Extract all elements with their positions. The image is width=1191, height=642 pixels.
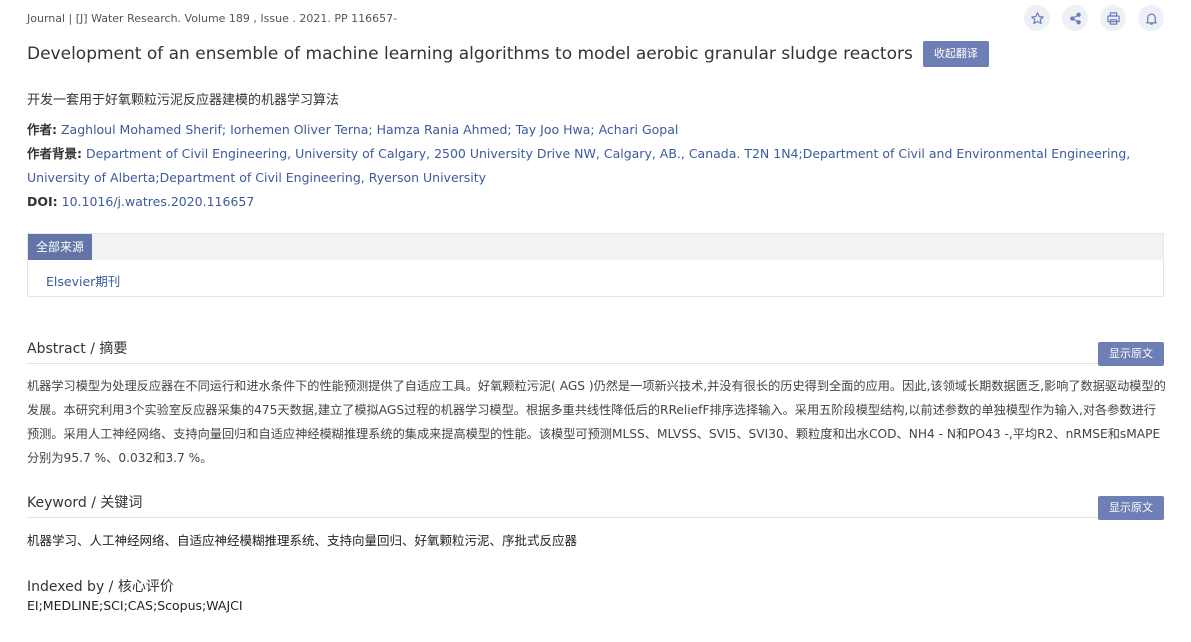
print-button[interactable] [1100, 5, 1126, 31]
keywords-text: 机器学习、人工神经网络、自适应神经模糊推理系统、支持向量回归、好氧颗粒污泥、序批… [27, 533, 578, 548]
keyword-header: Keyword / 关键词 显示原文 [27, 489, 1164, 520]
authors-value[interactable]: Zaghloul Mohamed Sherif; Iorhemen Oliver… [61, 122, 678, 137]
print-icon [1106, 11, 1120, 25]
indexed-text: EI;MEDLINE;SCI;CAS;Scopus;WAJCI [27, 598, 243, 613]
indexed-heading: Indexed by / 核心评价 [27, 579, 174, 595]
doi-label: DOI: [27, 194, 58, 209]
keyword-heading: Keyword / 关键词 [27, 495, 143, 511]
action-toolbar [1024, 5, 1164, 31]
journal-info: Journal | [J] Water Research. Volume 189… [27, 12, 398, 25]
authors-row: 作者: Zaghloul Mohamed Sherif; Iorhemen Ol… [27, 118, 678, 142]
title-row: Development of an ensemble of machine le… [27, 41, 989, 67]
affiliation-value[interactable]: Department of Civil Engineering, Univers… [27, 146, 1130, 185]
bell-icon [1145, 13, 1157, 25]
source-link-elsevier[interactable]: Elsevier期刊 [46, 271, 120, 290]
subscribe-button[interactable] [1138, 5, 1164, 31]
doi-link[interactable]: 10.1016/j.watres.2020.116657 [62, 194, 255, 209]
abstract-show-original-button[interactable]: 显示原文 [1098, 342, 1164, 366]
share-button[interactable] [1062, 5, 1088, 31]
abstract-text: 机器学习模型为处理反应器在不同运行和进水条件下的性能预测提供了自适应工具。好氧颗… [27, 379, 1166, 465]
sources-panel: 全部来源 Elsevier期刊 [27, 233, 1164, 297]
collapse-translation-button[interactable]: 收起翻译 [922, 41, 989, 67]
share-icon [1069, 12, 1081, 24]
abstract-heading: Abstract / 摘要 [27, 341, 128, 357]
tab-all-sources[interactable]: 全部来源 [28, 234, 93, 260]
authors-label: 作者: [27, 122, 57, 137]
affiliation-label: 作者背景: [27, 146, 82, 161]
article-title: Development of an ensemble of machine le… [27, 44, 913, 64]
star-icon [1030, 11, 1044, 24]
doi-row: DOI: 10.1016/j.watres.2020.116657 [27, 190, 254, 214]
keyword-show-original-button[interactable]: 显示原文 [1098, 496, 1164, 520]
translated-title: 开发一套用于好氧颗粒污泥反应器建模的机器学习算法 [27, 93, 340, 108]
abstract-header: Abstract / 摘要 显示原文 [27, 335, 1164, 366]
favorite-button[interactable] [1024, 5, 1050, 31]
affiliation-row: 作者背景: Department of Civil Engineering, U… [27, 142, 1164, 190]
sources-tabbar: 全部来源 [28, 234, 1163, 260]
